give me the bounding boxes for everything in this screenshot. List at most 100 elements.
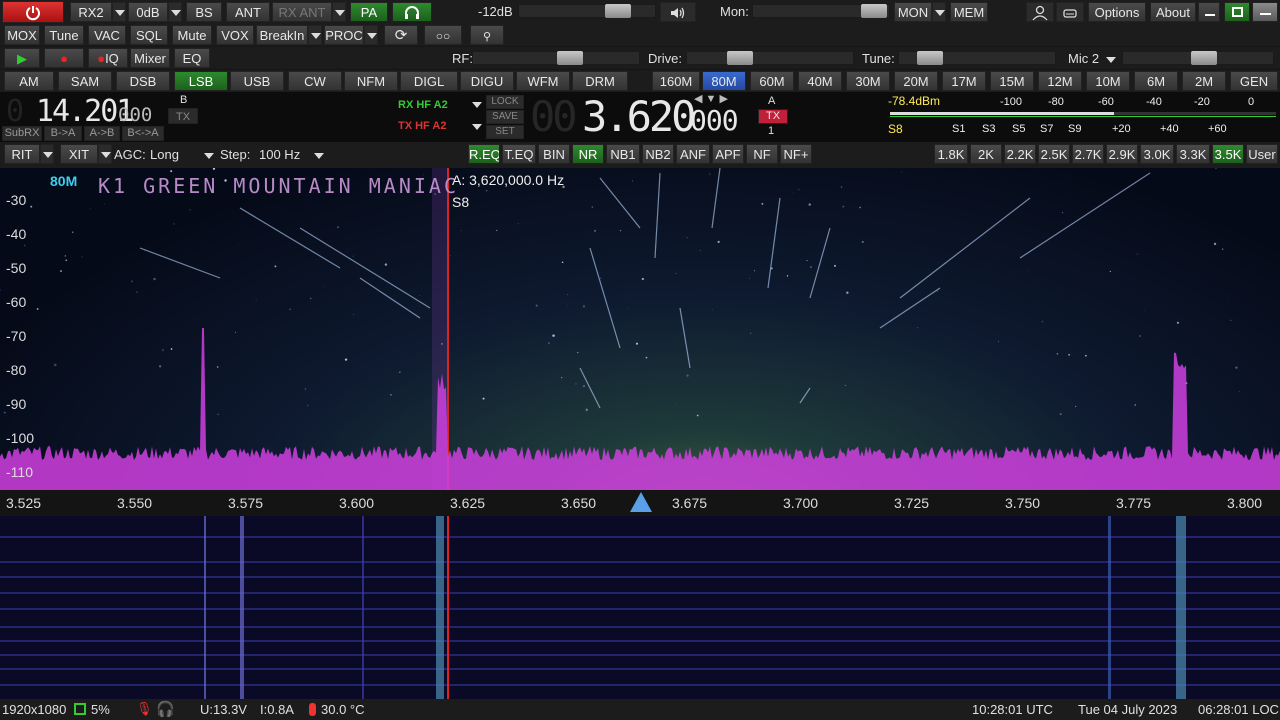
band-160m[interactable]: 160M	[652, 71, 700, 91]
band-17m[interactable]: 17M	[942, 71, 986, 91]
minimize-button[interactable]	[1198, 2, 1220, 22]
rf-slider[interactable]	[472, 51, 640, 65]
proc-dropdown[interactable]	[364, 25, 378, 45]
mic-select[interactable]: Mic 2	[1068, 51, 1099, 66]
panadapter[interactable]: 80M K1 GREEN MOUNTAIN MANIAC A: 3,620,00…	[0, 168, 1280, 490]
rx-ant-button[interactable]: RX ANT	[272, 2, 332, 22]
slider-thumb[interactable]	[917, 51, 943, 65]
rx-ant-dropdown[interactable]	[332, 2, 346, 22]
preamp-button[interactable]: 0dB	[128, 2, 168, 22]
band-60m[interactable]: 60M	[750, 71, 794, 91]
record-button[interactable]: ●	[44, 48, 84, 68]
mode-digu[interactable]: DIGU	[460, 71, 514, 91]
vfo-b-frequency-sub[interactable]: 000	[118, 104, 152, 126]
pa-button[interactable]: PA	[350, 2, 388, 22]
breakin-dropdown[interactable]	[308, 25, 322, 45]
mode-digl[interactable]: DIGL	[400, 71, 458, 91]
dsp-anf[interactable]: ANF	[676, 144, 710, 164]
vac-button[interactable]: VAC	[88, 25, 126, 45]
mode-usb[interactable]: USB	[230, 71, 284, 91]
save-button[interactable]: SAVE	[486, 110, 524, 124]
breakin-button[interactable]: BreakIn	[256, 25, 308, 45]
left-arrow-icon[interactable]: ◀	[694, 93, 702, 105]
slider-thumb[interactable]	[557, 51, 583, 65]
vfo-a-frequency[interactable]: 3.620	[582, 92, 696, 141]
xit-dropdown[interactable]	[98, 144, 112, 164]
tx-marker-icon[interactable]	[630, 492, 652, 512]
mode-drm[interactable]: DRM	[572, 71, 628, 91]
band-10m[interactable]: 10M	[1086, 71, 1130, 91]
rx2-button[interactable]: RX2	[70, 2, 112, 22]
dsp-apf[interactable]: APF	[712, 144, 744, 164]
band-2m[interactable]: 2M	[1182, 71, 1226, 91]
filter-user[interactable]: User	[1246, 144, 1278, 164]
mode-am[interactable]: AM	[4, 71, 54, 91]
dsp-nfplus[interactable]: NF+	[780, 144, 812, 164]
dsp-nb2[interactable]: NB2	[642, 144, 674, 164]
agc-select[interactable]: Long	[150, 147, 179, 162]
chevron-down-icon[interactable]	[1106, 57, 1116, 63]
band-80m[interactable]: 80M	[702, 71, 746, 91]
lock-button[interactable]: LOCK	[486, 95, 524, 109]
mode-sam[interactable]: SAM	[58, 71, 112, 91]
right-arrow-icon[interactable]: ▶	[719, 93, 727, 105]
slider-thumb[interactable]	[605, 4, 631, 18]
xit-button[interactable]: XIT	[60, 144, 98, 164]
vfo-a-frequency-sub[interactable]: 000	[690, 104, 739, 137]
options-button[interactable]: Options	[1088, 2, 1146, 22]
eq-button[interactable]: EQ	[174, 48, 210, 68]
rit-button[interactable]: RIT	[4, 144, 40, 164]
power-button[interactable]	[2, 1, 64, 23]
band-6m[interactable]: 6M	[1134, 71, 1178, 91]
a-to-b-button[interactable]: A->B	[84, 126, 120, 141]
down-arrow-icon[interactable]: ▼	[706, 93, 717, 105]
chevron-down-icon[interactable]	[314, 153, 324, 159]
mode-cw[interactable]: CW	[288, 71, 342, 91]
filter-2-9k[interactable]: 2.9K	[1106, 144, 1138, 164]
monitor-slider[interactable]	[752, 4, 890, 18]
vfo-b-tx-button[interactable]: TX	[168, 108, 198, 124]
dsp-bin[interactable]: BIN	[538, 144, 570, 164]
subrx-button[interactable]: SubRX	[2, 126, 42, 141]
mute-audio-button[interactable]	[660, 2, 696, 22]
filter-1-8k[interactable]: 1.8K	[934, 144, 968, 164]
b-to-a-button[interactable]: B->A	[44, 126, 82, 141]
band-12m[interactable]: 12M	[1038, 71, 1082, 91]
filter-2-2k[interactable]: 2.2K	[1004, 144, 1036, 164]
slider-thumb[interactable]	[727, 51, 753, 65]
about-button[interactable]: About	[1150, 2, 1196, 22]
band-gen[interactable]: GEN	[1230, 71, 1278, 91]
filter-2-7k[interactable]: 2.7K	[1072, 144, 1104, 164]
close-button[interactable]	[1252, 2, 1278, 22]
mixer-button[interactable]: Mixer	[130, 48, 170, 68]
mode-wfm[interactable]: WFM	[516, 71, 570, 91]
mode-dsb[interactable]: DSB	[116, 71, 170, 91]
slider-thumb[interactable]	[861, 4, 887, 18]
band-40m[interactable]: 40M	[798, 71, 842, 91]
ant-button[interactable]: ANT	[226, 2, 270, 22]
user-button[interactable]	[1026, 2, 1054, 22]
waterfall[interactable]	[0, 516, 1280, 699]
tune-button[interactable]: Tune	[44, 25, 84, 45]
chevron-down-icon[interactable]	[472, 102, 482, 108]
chevron-down-icon[interactable]	[204, 153, 214, 159]
af-gain-slider[interactable]	[518, 4, 656, 18]
mon-button[interactable]: MON	[894, 2, 932, 22]
set-button[interactable]: SET	[486, 125, 524, 139]
filter-3-0k[interactable]: 3.0K	[1140, 144, 1174, 164]
dsp-teq[interactable]: T.EQ	[502, 144, 536, 164]
mem-button[interactable]: MEM	[950, 2, 988, 22]
preamp-dropdown[interactable]	[168, 2, 182, 22]
dsp-nr[interactable]: NR	[572, 144, 604, 164]
filter-2k[interactable]: 2K	[970, 144, 1002, 164]
filter-3-3k[interactable]: 3.3K	[1176, 144, 1210, 164]
iq-button[interactable]: ●IQ	[88, 48, 128, 68]
band-15m[interactable]: 15M	[990, 71, 1034, 91]
chevron-down-icon[interactable]	[472, 124, 482, 130]
repeat-button[interactable]: ⟳	[384, 25, 418, 45]
tune-step-arrows[interactable]: ◀ ▼ ▶	[694, 92, 728, 105]
mode-lsb[interactable]: LSB	[174, 71, 228, 91]
swap-ab-button[interactable]: B<->A	[122, 126, 164, 141]
play-button[interactable]: ▶	[4, 48, 40, 68]
step-select[interactable]: 100 Hz	[259, 147, 300, 162]
